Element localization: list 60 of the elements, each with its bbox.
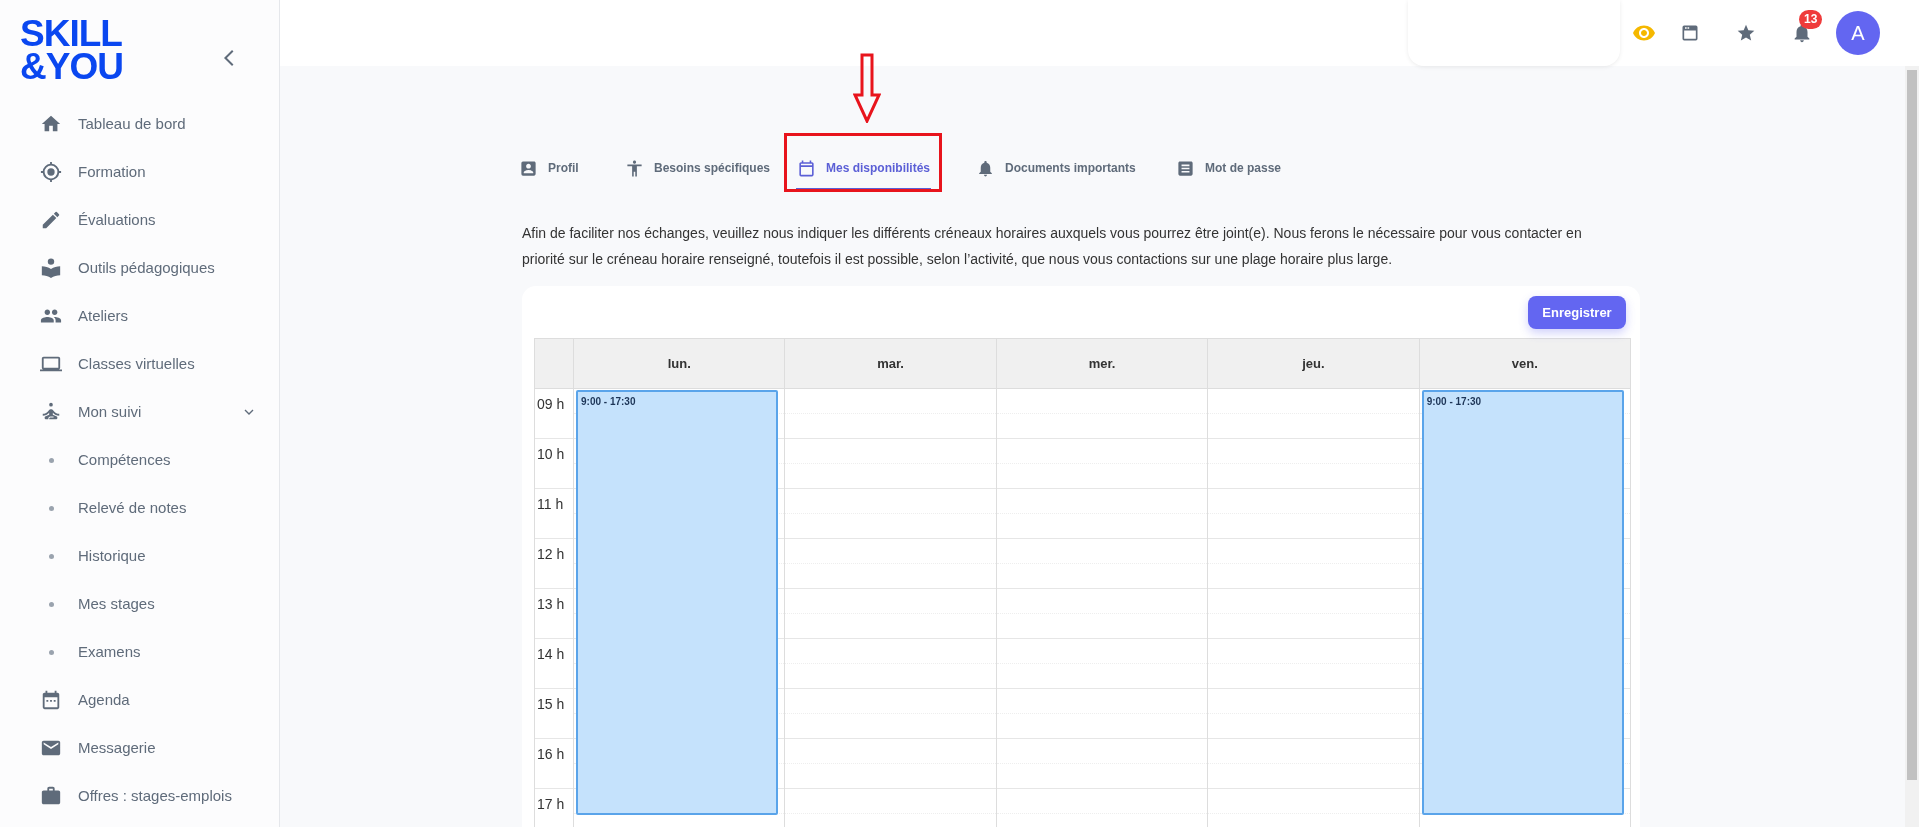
hour-label: 10 h <box>537 446 565 462</box>
bullet-icon <box>48 649 54 655</box>
hour-label: 15 h <box>537 696 565 712</box>
sidebar-item[interactable]: Offres : stages-emplois <box>0 772 279 820</box>
sidebar-item[interactable]: Classes virtuelles <box>0 340 279 388</box>
bell-icon <box>976 158 995 178</box>
logo[interactable]: SKILL &YOU <box>20 17 123 83</box>
hour-label: 17 h <box>537 796 565 812</box>
availability-slot[interactable]: 9:00 - 17:30 <box>1421 390 1625 815</box>
sidebar-item[interactable]: Agenda <box>0 676 279 724</box>
bullet-icon <box>48 601 54 607</box>
calendar-icon <box>40 689 62 711</box>
calendar-icon <box>797 158 816 178</box>
save-button[interactable]: Enregistrer <box>1528 296 1626 329</box>
tab[interactable]: Mot de passe <box>1175 148 1283 190</box>
sidebar-item[interactable]: Formation <box>0 148 279 196</box>
tab[interactable]: Mes disponibilités <box>796 148 931 190</box>
day-header: ven. <box>1511 354 1538 373</box>
target-icon <box>40 161 62 183</box>
availability-slot[interactable]: 9:00 - 17:30 <box>576 390 779 815</box>
sidebar-subitem[interactable]: Relevé de notes <box>0 484 279 532</box>
hour-label: 12 h <box>537 546 565 562</box>
document-icon <box>1176 158 1195 178</box>
hour-label: 09 h <box>537 396 565 412</box>
book-reader-icon <box>40 257 62 279</box>
hour-label: 13 h <box>537 596 565 612</box>
sidebar-subitem[interactable]: Mes stages <box>0 580 279 628</box>
star-icon <box>1736 23 1756 43</box>
scrollbar[interactable] <box>1905 66 1919 827</box>
intro-text: Afin de faciliter nos échanges, veuillez nous indiquer les différents créneaux horaires auxquels vous pourrez être joint(e). Nous ferons le nécessaire pour vous contacter en priorité sur le créneau horaire renseigné, toutefois il est possible, selon l’activité, que nous vous contactions sur une plage horaire plus large. <box>522 224 1583 269</box>
day-header: mar. <box>877 354 904 373</box>
bullet-icon <box>48 505 54 511</box>
sidebar-item[interactable]: Mon suivi <box>0 388 279 436</box>
notification-badge: 13 <box>1799 10 1823 29</box>
tab[interactable]: Documents importants <box>975 148 1137 190</box>
sidebar-subitem[interactable]: Historique <box>0 532 279 580</box>
tab[interactable]: Profil <box>518 148 580 190</box>
arrow-annotation <box>853 53 881 123</box>
sidebar-item[interactable]: Tableau de bord <box>0 100 279 148</box>
day-header: mer. <box>1088 354 1116 373</box>
hour-label: 16 h <box>537 746 565 762</box>
sidebar-subitem[interactable]: Compétences <box>0 436 279 484</box>
profile-icon <box>519 158 538 178</box>
sidebar-subitem[interactable]: Examens <box>0 628 279 676</box>
person-icon <box>625 158 644 178</box>
browser-window-icon <box>1680 23 1700 43</box>
avatar[interactable]: A <box>1836 11 1880 55</box>
sidebar-item[interactable]: Messagerie <box>0 724 279 772</box>
day-header: jeu. <box>1302 354 1325 373</box>
sidebar-item[interactable]: Évaluations <box>0 196 279 244</box>
tab[interactable]: Besoins spécifiques <box>624 148 772 190</box>
bullet-icon <box>48 457 54 463</box>
sidebar-item[interactable]: Ateliers <box>0 292 279 340</box>
sidebar-item[interactable]: Outils pédagogiques <box>0 244 279 292</box>
hour-label: 14 h <box>537 646 565 662</box>
bullet-icon <box>48 553 54 559</box>
pencil-icon <box>40 209 62 231</box>
hour-label: 11 h <box>537 496 564 512</box>
day-header: lun. <box>667 354 691 373</box>
briefcase-icon <box>40 785 62 807</box>
